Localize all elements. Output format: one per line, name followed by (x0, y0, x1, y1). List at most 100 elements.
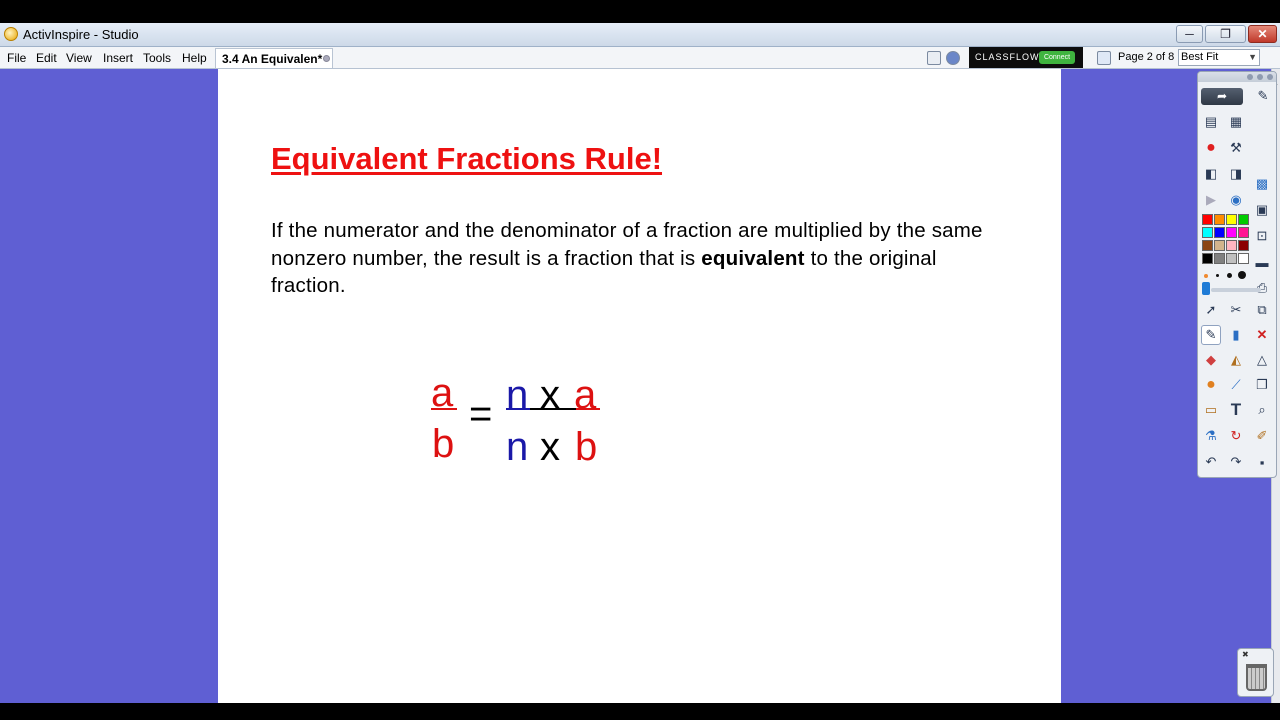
color-swatch-tan[interactable] (1214, 240, 1225, 251)
color-swatch-orange[interactable] (1214, 214, 1225, 225)
restore-button[interactable]: ❐ (1205, 25, 1246, 43)
slide-title: Equivalent Fractions Rule! (271, 141, 663, 176)
reset-page-icon[interactable]: ↻ (1226, 426, 1246, 446)
next-page-icon[interactable]: ◨ (1226, 164, 1246, 184)
color-swatch-brown[interactable] (1202, 240, 1213, 251)
color-swatch-red[interactable] (1202, 214, 1213, 225)
menu-help[interactable]: Help (182, 51, 207, 65)
connector-icon[interactable]: ⟋ (1226, 375, 1246, 395)
undo-icon[interactable]: ↶ (1201, 452, 1221, 472)
menu-file[interactable]: File (7, 51, 26, 65)
clear-icon[interactable]: ⚗ (1201, 426, 1221, 446)
grid-icon[interactable]: ▩ (1252, 174, 1272, 194)
menu-edit[interactable]: Edit (36, 51, 57, 65)
color-swatch-white[interactable] (1238, 253, 1249, 264)
title-bar: ActivInspire - Studio ─ ❐ ✕ (0, 23, 1280, 47)
zoom-value: Best Fit (1181, 51, 1219, 63)
page-browser-icon[interactable]: ▤ (1201, 112, 1221, 132)
formula-denominator-n: n (506, 425, 529, 469)
share-icon[interactable]: ➦ (1201, 88, 1243, 105)
delete-icon[interactable]: ✕ (1252, 325, 1272, 345)
marker-icon[interactable]: ▭ (1201, 400, 1221, 420)
activinspire-logo-icon (4, 27, 18, 41)
classflow-connect-button[interactable]: Connect (1039, 51, 1075, 64)
color-swatch-cyan[interactable] (1202, 227, 1213, 238)
color-swatch-blue[interactable] (1214, 227, 1225, 238)
dual-user-icon[interactable] (927, 51, 941, 65)
stop-icon[interactable]: ● (1201, 138, 1221, 158)
tab-close-icon[interactable] (323, 55, 330, 62)
color-swatch-black[interactable] (1202, 253, 1213, 264)
menu-view[interactable]: View (66, 51, 92, 65)
eraser-icon[interactable]: ◆ (1201, 350, 1221, 370)
right-bar-blue-segment (506, 408, 530, 410)
rule-text: If the numerator and the denominator of … (271, 217, 991, 300)
prev-page-icon[interactable]: ◧ (1201, 164, 1221, 184)
profile-icon[interactable]: ✎ (1253, 86, 1273, 106)
clipboard-icon[interactable]: ▣ (1252, 200, 1272, 220)
magnifier-icon[interactable]: ⌕ (1252, 400, 1272, 420)
flipchart-page[interactable]: Equivalent Fractions Rule! If the numera… (218, 69, 1061, 703)
screen-shade-icon[interactable]: ▬ (1252, 252, 1272, 272)
save-icon[interactable]: ▪ (1252, 452, 1272, 472)
pen-width-3[interactable] (1227, 273, 1232, 278)
web-icon[interactable]: ◉ (1226, 190, 1246, 210)
pen-width-2[interactable] (1216, 274, 1219, 277)
pen-width-4[interactable] (1238, 271, 1246, 279)
toolbox-settings-icon[interactable] (1257, 74, 1263, 80)
resource-browser-icon[interactable]: ▦ (1226, 112, 1246, 132)
color-swatch-pink[interactable] (1238, 227, 1249, 238)
cursor-icon[interactable]: ➚ (1201, 300, 1221, 320)
fill-icon[interactable]: ◭ (1226, 350, 1246, 370)
close-button[interactable]: ✕ (1248, 25, 1277, 43)
shape-icon[interactable]: ● (1201, 375, 1221, 395)
toolbox-close-icon[interactable] (1267, 74, 1273, 80)
pen-width-slider-knob[interactable] (1202, 282, 1210, 295)
color-swatch-light-pink[interactable] (1226, 240, 1237, 251)
trash-icon[interactable] (1246, 664, 1267, 691)
color-swatch-gray[interactable] (1214, 253, 1225, 264)
redo-icon[interactable]: ↷ (1226, 452, 1246, 472)
pen-icon[interactable]: ✎ (1201, 325, 1221, 345)
edit-mode-icon[interactable]: ✐ (1252, 426, 1272, 446)
camera-icon[interactable]: ⊡ (1252, 226, 1272, 246)
menu-insert[interactable]: Insert (103, 51, 133, 65)
chevron-down-icon: ▼ (1248, 52, 1257, 62)
pen-width-slider-track[interactable] (1211, 288, 1261, 292)
menu-tools[interactable]: Tools (143, 51, 171, 65)
main-toolbox: ➦ ✎ ▤ ▦ ● ⚒ ◧ ◨ ▩ ▶ ◉ ▣ ⊡ ▬ ⎙ ➚ ✂ ⧉ ✎ ▮ … (1197, 71, 1277, 478)
color-swatch-yellow[interactable] (1226, 214, 1237, 225)
right-bar-black-segment (530, 408, 576, 410)
spotlight-icon[interactable]: ❐ (1252, 375, 1272, 395)
formula-equals: = (469, 392, 493, 436)
color-swatch-green[interactable] (1238, 214, 1249, 225)
play-icon[interactable]: ▶ (1201, 190, 1221, 210)
page-indicator: Page 2 of 8 (1118, 51, 1175, 63)
color-swatch-silver[interactable] (1226, 253, 1237, 264)
zoom-select[interactable]: Best Fit ▼ (1178, 49, 1260, 66)
window-title: ActivInspire - Studio (23, 27, 139, 42)
left-fraction-bar (431, 408, 457, 410)
color-swatch-magenta[interactable] (1226, 227, 1237, 238)
user-profile-icon[interactable] (946, 51, 960, 65)
highlighter-icon[interactable]: ▮ (1226, 325, 1246, 345)
toolbox-header[interactable] (1198, 72, 1276, 82)
classflow-label: CLASSFLOW (975, 52, 1040, 62)
tools-icon[interactable]: ⚒ (1226, 138, 1246, 158)
document-tab-label: 3.4 An Equivalen* (222, 52, 323, 66)
document-tab[interactable]: 3.4 An Equivalen* (215, 48, 333, 68)
page-icon (1097, 51, 1111, 65)
minimize-button[interactable]: ─ (1176, 25, 1203, 43)
multi-tool-icon[interactable]: ✂ (1226, 300, 1246, 320)
revealer-icon[interactable]: △ (1252, 350, 1272, 370)
text-icon[interactable]: T (1226, 400, 1246, 420)
toolbox-pin-icon[interactable] (1247, 74, 1253, 80)
color-swatch-dark-red[interactable] (1238, 240, 1249, 251)
trash-close-icon[interactable]: ✖ (1242, 650, 1249, 659)
classflow-panel: CLASSFLOW Connect (969, 47, 1083, 68)
camera-snapshot-icon[interactable]: ⧉ (1252, 300, 1272, 320)
trash-can-panel[interactable]: ✖ (1237, 648, 1274, 697)
formula-denominator-b: b (575, 425, 598, 469)
formula-left-numerator: a (431, 371, 454, 415)
pen-width-1[interactable] (1204, 274, 1208, 278)
